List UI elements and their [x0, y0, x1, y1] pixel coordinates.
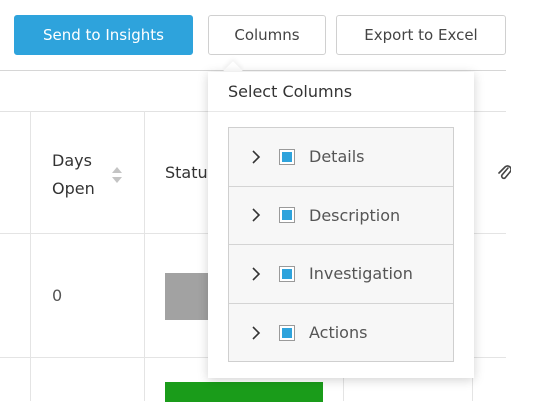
columns-button[interactable]: Columns	[208, 15, 326, 55]
checkbox[interactable]	[279, 148, 295, 165]
checkbox[interactable]	[279, 265, 295, 282]
checkbox-checked-mark	[282, 210, 292, 221]
export-to-excel-button[interactable]: Export to Excel	[336, 15, 506, 55]
toolbar: Send to Insights Columns Export to Excel	[0, 0, 535, 70]
table-cell-days-open: 0	[52, 286, 63, 305]
column-header-days-open-line1: Days	[52, 151, 92, 170]
paperclip-icon[interactable]	[497, 162, 511, 182]
status-badge	[165, 273, 210, 320]
send-to-insights-button[interactable]: Send to Insights	[14, 15, 193, 55]
column-header-days-open[interactable]: Days Open	[52, 147, 112, 203]
column-option-details[interactable]: Details	[229, 128, 453, 187]
column-option-label: Description	[309, 205, 401, 225]
column-option-label: Details	[309, 147, 365, 167]
column-option-description[interactable]: Description	[229, 187, 453, 245]
column-option-label: Investigation	[309, 264, 413, 284]
sort-icon[interactable]	[110, 165, 124, 185]
chevron-right-icon[interactable]	[251, 208, 261, 222]
column-option-investigation[interactable]: Investigation	[229, 245, 453, 304]
chevron-right-icon[interactable]	[251, 267, 261, 281]
chevron-right-icon[interactable]	[251, 326, 261, 340]
toolbar-divider	[0, 70, 506, 71]
column-header-days-open-line2: Open	[52, 179, 95, 198]
checkbox[interactable]	[279, 207, 295, 224]
checkbox-checked-mark	[282, 151, 292, 162]
dropdown-title: Select Columns	[228, 82, 353, 101]
column-list: Details Description Investigation Action…	[228, 127, 454, 362]
checkbox[interactable]	[279, 324, 295, 341]
column-option-label: Actions	[309, 323, 368, 343]
checkbox-checked-mark	[282, 327, 292, 338]
column-option-actions[interactable]: Actions	[229, 304, 453, 363]
status-badge	[165, 382, 323, 402]
column-header-status[interactable]: Statu	[165, 163, 208, 183]
columns-dropdown: Select Columns Details Description Inves…	[208, 72, 474, 378]
dropdown-divider	[208, 111, 474, 112]
checkbox-checked-mark	[282, 268, 292, 279]
chevron-right-icon[interactable]	[251, 150, 261, 164]
